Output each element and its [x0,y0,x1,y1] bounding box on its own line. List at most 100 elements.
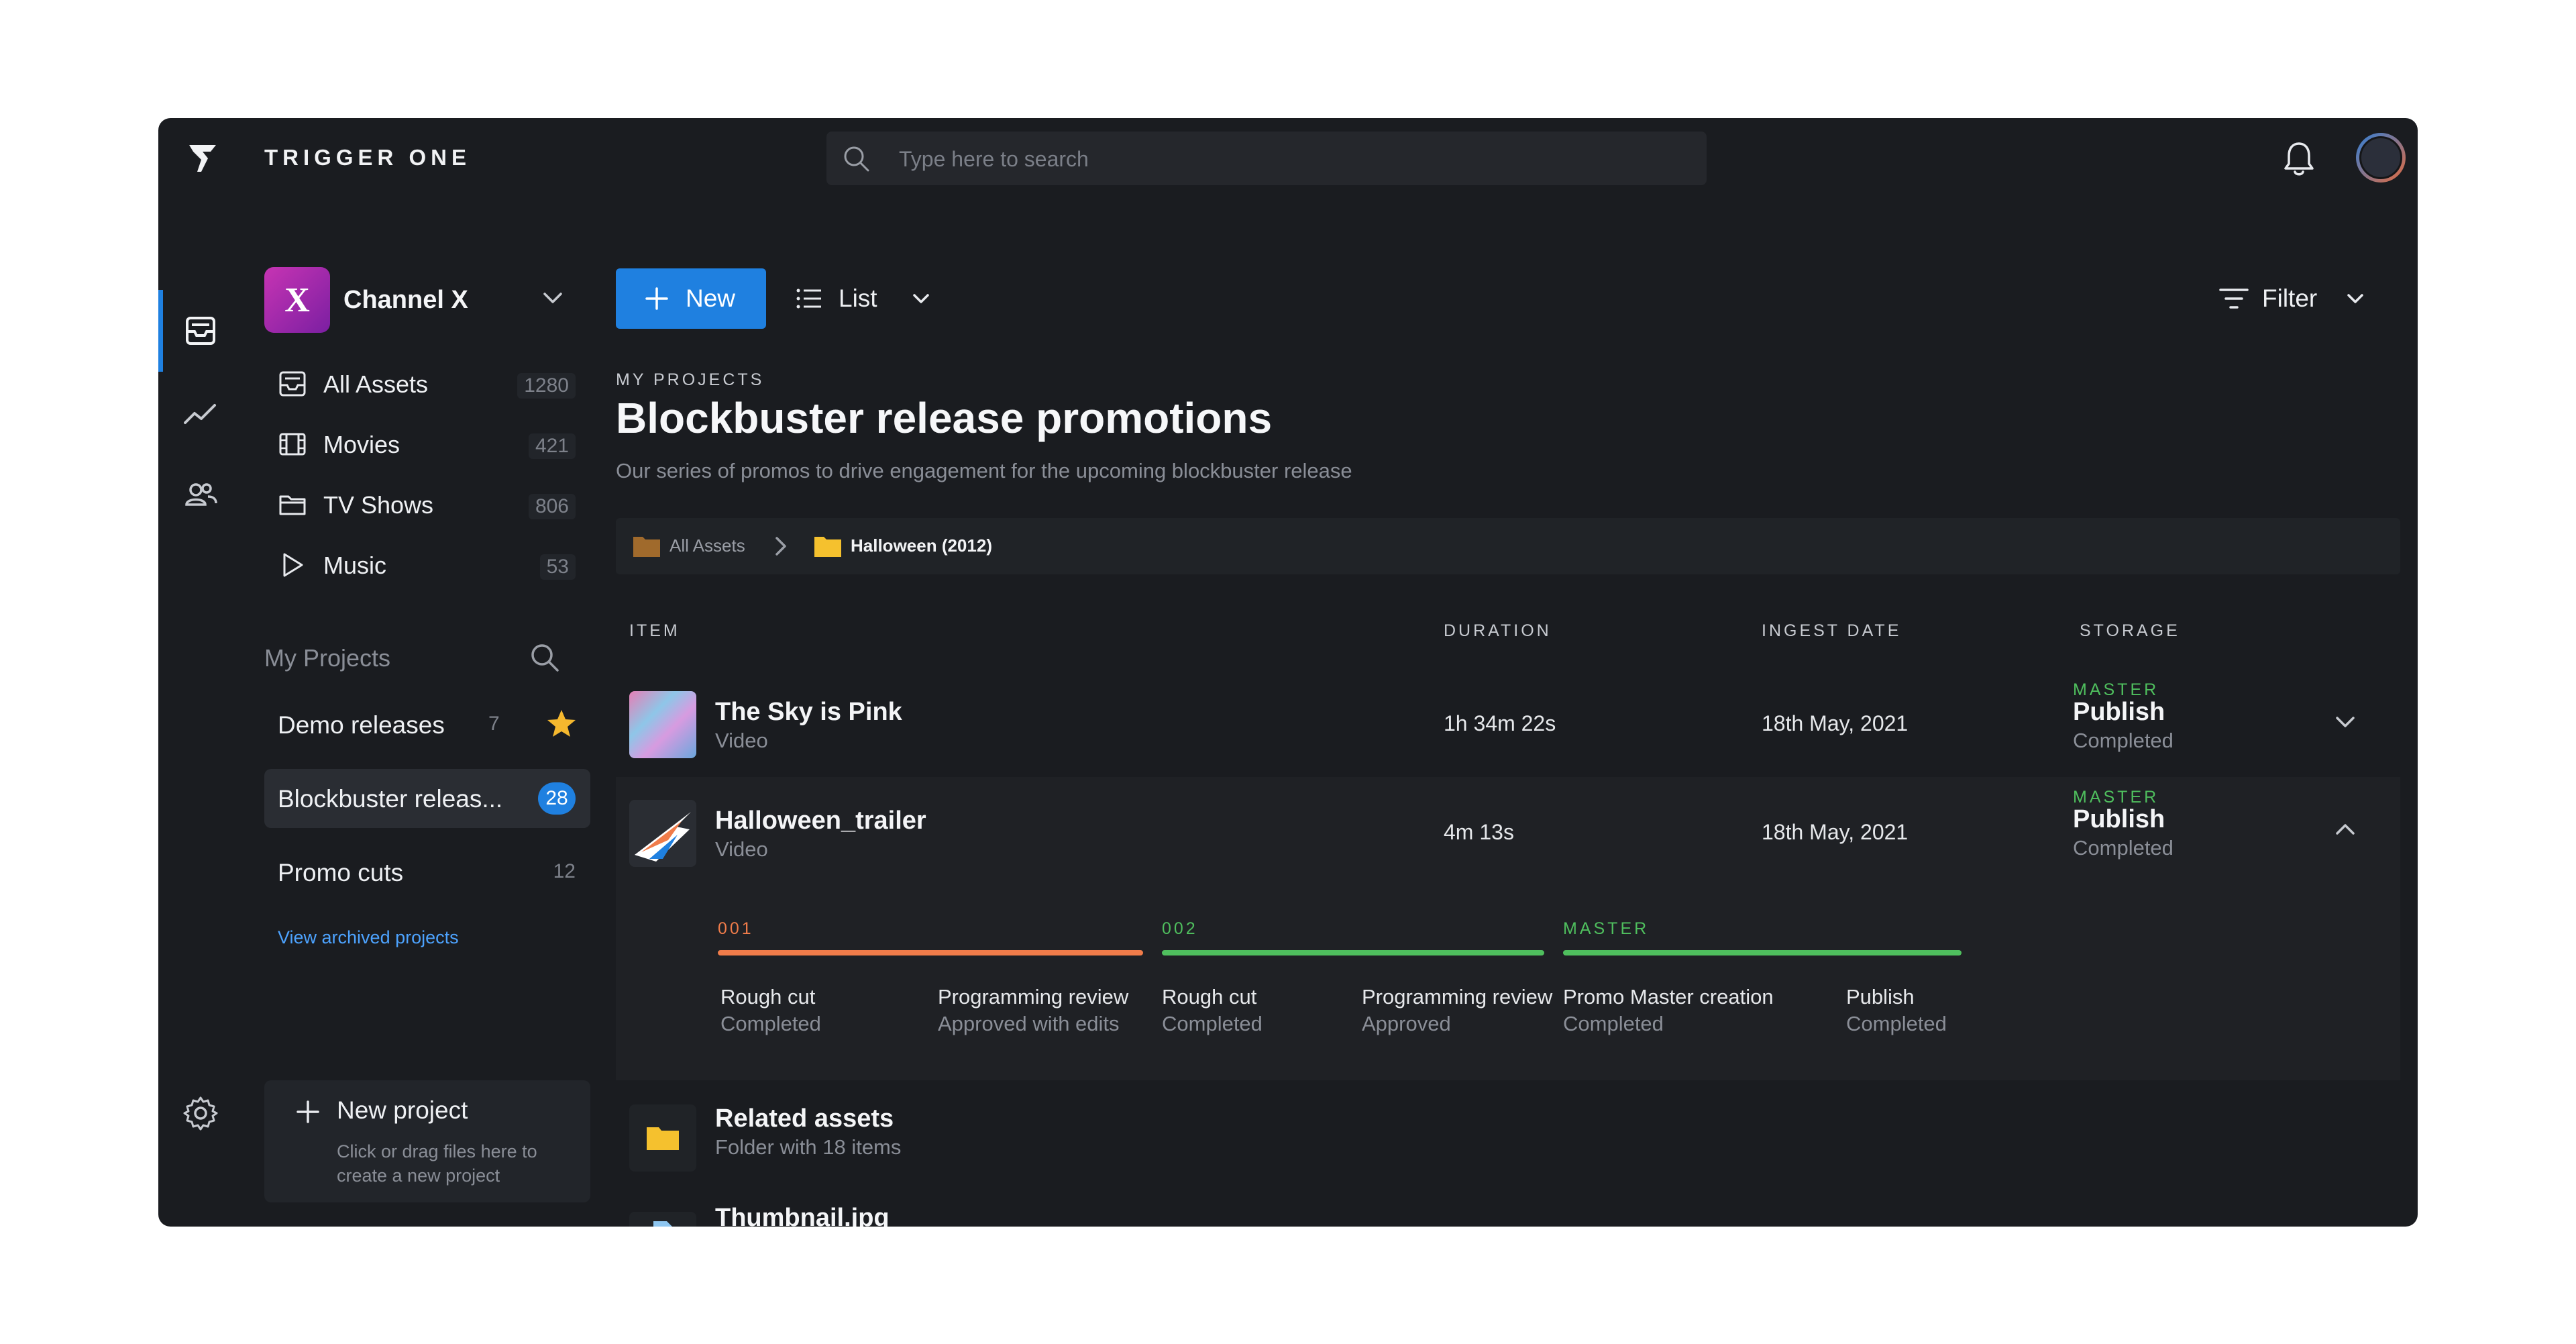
column-header-item[interactable]: ITEM [629,621,680,641]
step-status: Approved [1362,1012,1451,1035]
thumbnail-art [635,812,691,862]
chevron-down-icon[interactable] [2330,707,2360,737]
new-project-dropzone[interactable]: New project Click or drag files here to … [264,1080,590,1202]
star-icon[interactable] [545,707,578,741]
column-header-duration[interactable]: DURATION [1444,621,1552,641]
table-row[interactable]: The Sky is Pink Video 1h 34m 22s 18th Ma… [616,668,2400,776]
new-project-hint: Click or drag files here to create a new… [337,1141,537,1186]
table-row[interactable]: Thumbnail.jpg [616,1192,2400,1227]
chevron-up-icon[interactable] [2330,815,2360,844]
item-ingest-date: 18th May, 2021 [1762,820,1909,844]
project-item-blockbuster-releases[interactable]: Blockbuster releas... 28 [264,769,590,828]
trigger-logo-icon[interactable] [182,138,223,178]
rail-active-indicator [158,290,163,372]
item-name: The Sky is Pink [715,698,902,726]
storage-status: Completed [2073,729,2174,752]
channel-logo[interactable]: X [264,267,330,333]
column-header-ingest-date[interactable]: INGEST DATE [1762,621,1901,641]
view-mode-select[interactable]: List [794,275,942,322]
nav-item-tv-shows[interactable]: TV Shows 806 [278,483,576,523]
breadcrumb-root[interactable]: All Assets [669,535,745,556]
page-title: Blockbuster release promotions [616,394,1273,442]
item-name: Thumbnail.jpg [715,1204,890,1227]
step-title: Programming review [1362,985,1553,1009]
icon-rail [158,199,241,1227]
page-eyebrow: MY PROJECTS [616,370,765,389]
storage-status: Completed [2073,836,2174,860]
folder-icon [647,1127,679,1150]
chevron-down-icon[interactable] [539,285,566,311]
analytics-icon[interactable] [181,395,220,433]
users-icon[interactable] [181,475,220,514]
stage-code: 002 [1162,919,1198,938]
chevron-right-icon [775,537,786,556]
inbox-icon[interactable] [181,311,220,350]
nav-label: TV Shows [323,491,434,519]
nav-item-all-assets[interactable]: All Assets 1280 [278,362,576,403]
new-project-title: New project [337,1096,468,1124]
folder-icon [279,495,306,515]
project-label: Demo releases [278,711,445,739]
video-thumbnail [629,691,696,758]
bell-icon[interactable] [2279,138,2318,178]
item-type: Folder with 18 items [715,1135,902,1159]
table-row-expanded[interactable]: Halloween_trailer Video 4m 13s 18th May,… [616,777,2400,1080]
project-label: Blockbuster releas... [278,785,503,813]
item-duration: 1h 34m 22s [1444,711,1556,735]
settings-gear-icon[interactable] [181,1094,220,1133]
filter-icon [2219,289,2249,309]
channel-name[interactable]: Channel X [343,286,468,315]
project-count: 12 [553,860,576,882]
folder-icon [814,537,841,557]
project-label: Promo cuts [278,859,404,886]
item-type: Video [715,729,768,752]
step-title: Programming review [938,985,1129,1009]
step-status: Completed [1162,1012,1263,1035]
folder-tile [629,1104,696,1172]
item-name: Halloween_trailer [715,807,926,835]
nav-item-movies[interactable]: Movies 421 [278,423,576,463]
project-count-badge: 28 [538,782,576,815]
storage-value: Publish [2073,805,2165,833]
breadcrumb-current[interactable]: Halloween (2012) [851,535,992,556]
list-icon [796,289,821,309]
storage-label: MASTER [2073,680,2159,699]
table-row[interactable]: Related assets Folder with 18 items [616,1084,2400,1192]
step-status: Completed [1563,1012,1664,1035]
inbox-icon [279,371,306,397]
main-content: New List Filter MY PROJECTS Blockbuster … [616,199,2400,1227]
search-icon [844,146,869,172]
step-status: Completed [720,1012,821,1035]
filter-button[interactable]: Filter [2218,275,2379,322]
column-header-storage[interactable]: STORAGE [2080,621,2180,641]
film-icon [279,433,306,456]
project-count: 7 [488,713,500,735]
user-avatar[interactable] [2356,133,2406,183]
search-icon[interactable] [527,640,562,675]
nav-count: 806 [528,494,576,519]
view-archived-link[interactable]: View archived projects [278,927,459,948]
play-icon [283,553,303,577]
new-button-label: New [686,285,736,312]
project-item-demo-releases[interactable]: Demo releases 7 [264,695,590,754]
project-item-promo-cuts[interactable]: Promo cuts 12 [264,843,590,902]
brand-name: TRIGGER ONE [264,145,472,170]
stage-progress-bar [1563,950,1962,955]
step-title: Promo Master creation [1563,985,1774,1009]
step-title: Rough cut [1162,985,1257,1009]
chevron-down-icon [913,294,929,303]
item-name: Related assets [715,1104,894,1133]
nav-count: 421 [528,433,576,459]
search-bar[interactable] [826,132,1707,185]
nav-item-music[interactable]: Music 53 [278,544,576,584]
new-button[interactable]: New [616,268,766,329]
folder-icon [633,537,660,557]
file-tile [629,1212,696,1227]
breadcrumb: All Assets Halloween (2012) [616,518,2400,574]
step-title: Rough cut [720,985,816,1009]
item-duration: 4m 13s [1444,820,1514,844]
search-input[interactable] [898,144,1672,174]
step-title: Publish [1846,985,1915,1009]
page-subtitle: Our series of promos to drive engagement… [616,459,1352,482]
plus-icon [297,1100,319,1123]
